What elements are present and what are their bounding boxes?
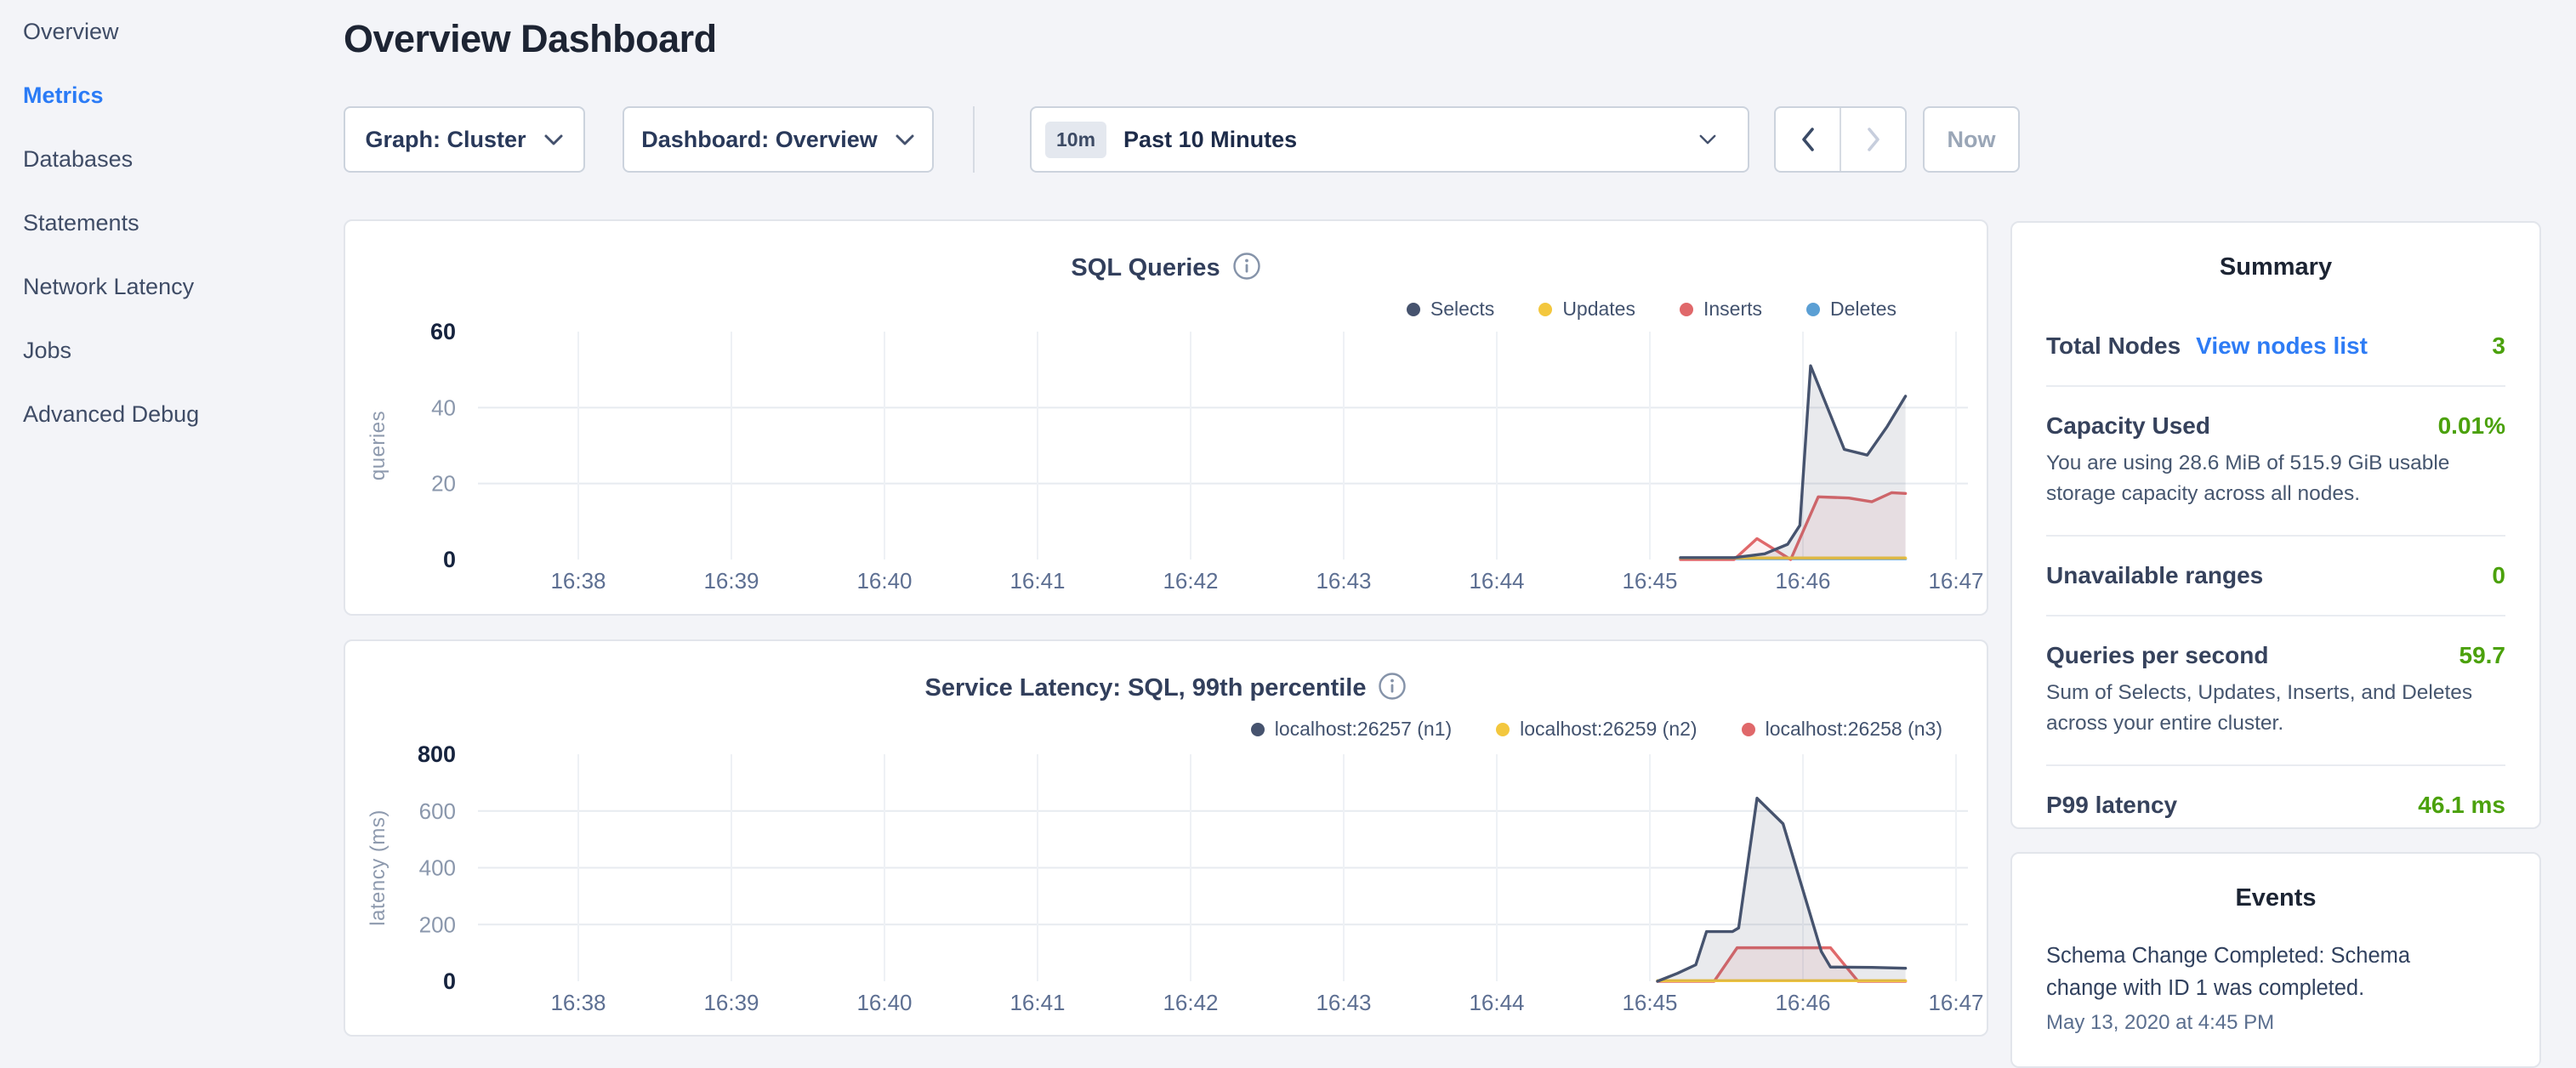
sidebar-item-databases[interactable]: Databases xyxy=(0,128,344,191)
svg-text:16:42: 16:42 xyxy=(1163,990,1218,1015)
summary-row-label: Total Nodes xyxy=(2046,332,2181,360)
svg-text:16:46: 16:46 xyxy=(1775,568,1830,594)
summary-row-label: Unavailable ranges xyxy=(2046,562,2263,589)
dashboard-selector-label: Dashboard: Overview xyxy=(641,127,878,153)
svg-text:40: 40 xyxy=(431,395,456,420)
summary-row-label: P99 latency xyxy=(2046,792,2177,819)
time-range-badge: 10m xyxy=(1045,122,1106,158)
summary-row-value: 0.01% xyxy=(2438,412,2505,440)
svg-text:16:46: 16:46 xyxy=(1775,990,1830,1015)
svg-text:16:40: 16:40 xyxy=(856,990,912,1015)
svg-text:16:41: 16:41 xyxy=(1009,568,1065,594)
svg-text:16:38: 16:38 xyxy=(550,990,606,1015)
svg-text:800: 800 xyxy=(418,741,456,767)
svg-text:16:44: 16:44 xyxy=(1469,568,1524,594)
sidebar-item-statements[interactable]: Statements xyxy=(0,191,344,255)
chevron-right-icon xyxy=(1864,125,1883,154)
svg-text:16:43: 16:43 xyxy=(1316,990,1371,1015)
svg-text:20: 20 xyxy=(431,471,456,497)
events-title: Events xyxy=(2046,854,2505,938)
time-range-dropdown[interactable]: 10m Past 10 Minutes xyxy=(1030,106,1749,173)
summary-row-value: 59.7 xyxy=(2459,642,2506,669)
summary-title: Summary xyxy=(2046,223,2505,307)
events-panel: Events Schema Change Completed: Schema c… xyxy=(2010,852,2541,1068)
summary-row: Unavailable ranges 0 xyxy=(2046,537,2505,616)
sidebar-item-network-latency[interactable]: Network Latency xyxy=(0,255,344,319)
svg-text:16:38: 16:38 xyxy=(550,568,606,594)
svg-text:16:41: 16:41 xyxy=(1009,990,1065,1015)
now-button[interactable]: Now xyxy=(1923,106,2020,173)
sql-queries-chart-canvas[interactable]: 16:38 16:39 16:40 16:41 16:42 16:43 16:44 16:45… xyxy=(345,221,1987,614)
summary-row-label: Capacity Used xyxy=(2046,412,2210,440)
summary-row-label: Queries per second xyxy=(2046,642,2268,669)
svg-text:16:47: 16:47 xyxy=(1928,568,1983,594)
svg-text:16:47: 16:47 xyxy=(1928,990,1983,1015)
summary-row: Total Nodes View nodes list 3 xyxy=(2046,307,2505,387)
controls-divider xyxy=(973,106,975,173)
svg-text:400: 400 xyxy=(419,855,456,881)
event-item[interactable]: Schema Change Completed: Schema change w… xyxy=(2046,938,2505,1035)
svg-text:16:43: 16:43 xyxy=(1316,568,1371,594)
event-text: Schema Change Completed: Schema change w… xyxy=(2046,940,2446,1004)
event-timestamp: May 13, 2020 at 4:45 PM xyxy=(2046,1011,2505,1035)
summary-row-description: Sum of Selects, Updates, Inserts, and De… xyxy=(2046,678,2505,739)
service-latency-chart-card: Service Latency: SQL, 99th percentile lo… xyxy=(344,639,1988,1037)
svg-text:queries: queries xyxy=(367,411,390,480)
svg-text:16:45: 16:45 xyxy=(1622,990,1677,1015)
svg-text:16:42: 16:42 xyxy=(1163,568,1218,594)
summary-row-value: 3 xyxy=(2492,332,2505,360)
svg-text:16:45: 16:45 xyxy=(1622,568,1677,594)
chevron-down-icon xyxy=(1698,134,1717,145)
prev-range-button[interactable] xyxy=(1776,108,1840,171)
time-pager xyxy=(1774,106,1907,173)
svg-text:16:39: 16:39 xyxy=(703,568,759,594)
svg-text:0: 0 xyxy=(443,547,456,572)
svg-text:0: 0 xyxy=(443,969,456,994)
sidebar-item-jobs[interactable]: Jobs xyxy=(0,319,344,383)
graph-selector-dropdown[interactable]: Graph: Cluster xyxy=(344,106,585,173)
dashboard-selector-dropdown[interactable]: Dashboard: Overview xyxy=(623,106,934,173)
summary-row: Capacity Used 0.01% You are using 28.6 MiB… xyxy=(2046,387,2505,537)
svg-text:16:44: 16:44 xyxy=(1469,990,1524,1015)
svg-text:600: 600 xyxy=(419,798,456,824)
sidebar-item-overview[interactable]: Overview xyxy=(0,0,344,64)
svg-text:16:39: 16:39 xyxy=(703,990,759,1015)
chevron-left-icon xyxy=(1799,125,1817,154)
sidebar-item-advanced-debug[interactable]: Advanced Debug xyxy=(0,383,344,446)
summary-row-description: You are using 28.6 MiB of 515.9 GiB usab… xyxy=(2046,448,2505,509)
summary-row-value: 0 xyxy=(2492,562,2505,589)
summary-row: Queries per second 59.7 Sum of Selects, Up… xyxy=(2046,616,2505,766)
sidebar: OverviewMetricsDatabasesStatementsNetwor… xyxy=(0,0,344,1051)
controls-bar: Graph: Cluster Dashboard: Overview 10m P… xyxy=(344,106,2053,173)
chevron-down-icon xyxy=(543,134,564,146)
summary-row-value: 46.1 ms xyxy=(2418,792,2505,819)
summary-panel: Summary Total Nodes View nodes list 3 Capac… xyxy=(2010,221,2541,829)
time-range-label: Past 10 Minutes xyxy=(1123,127,1297,153)
page-title: Overview Dashboard xyxy=(344,17,717,61)
svg-text:latency (ms): latency (ms) xyxy=(367,810,390,926)
sidebar-item-metrics[interactable]: Metrics xyxy=(0,64,344,128)
service-latency-chart-canvas[interactable]: 16:38 16:39 16:40 16:41 16:42 16:43 16:44 16:45… xyxy=(345,641,1987,1035)
svg-text:60: 60 xyxy=(430,319,456,344)
view-nodes-list-link[interactable]: View nodes list xyxy=(2196,332,2368,360)
svg-text:16:40: 16:40 xyxy=(856,568,912,594)
summary-row: P99 latency 46.1 ms xyxy=(2046,766,2505,844)
next-range-button[interactable] xyxy=(1840,108,1905,171)
svg-text:200: 200 xyxy=(419,912,456,937)
sql-queries-chart-card: SQL Queries SelectsUpdatesInsertsDeletes… xyxy=(344,219,1988,616)
graph-selector-label: Graph: Cluster xyxy=(365,127,526,153)
chevron-down-icon xyxy=(895,134,915,146)
